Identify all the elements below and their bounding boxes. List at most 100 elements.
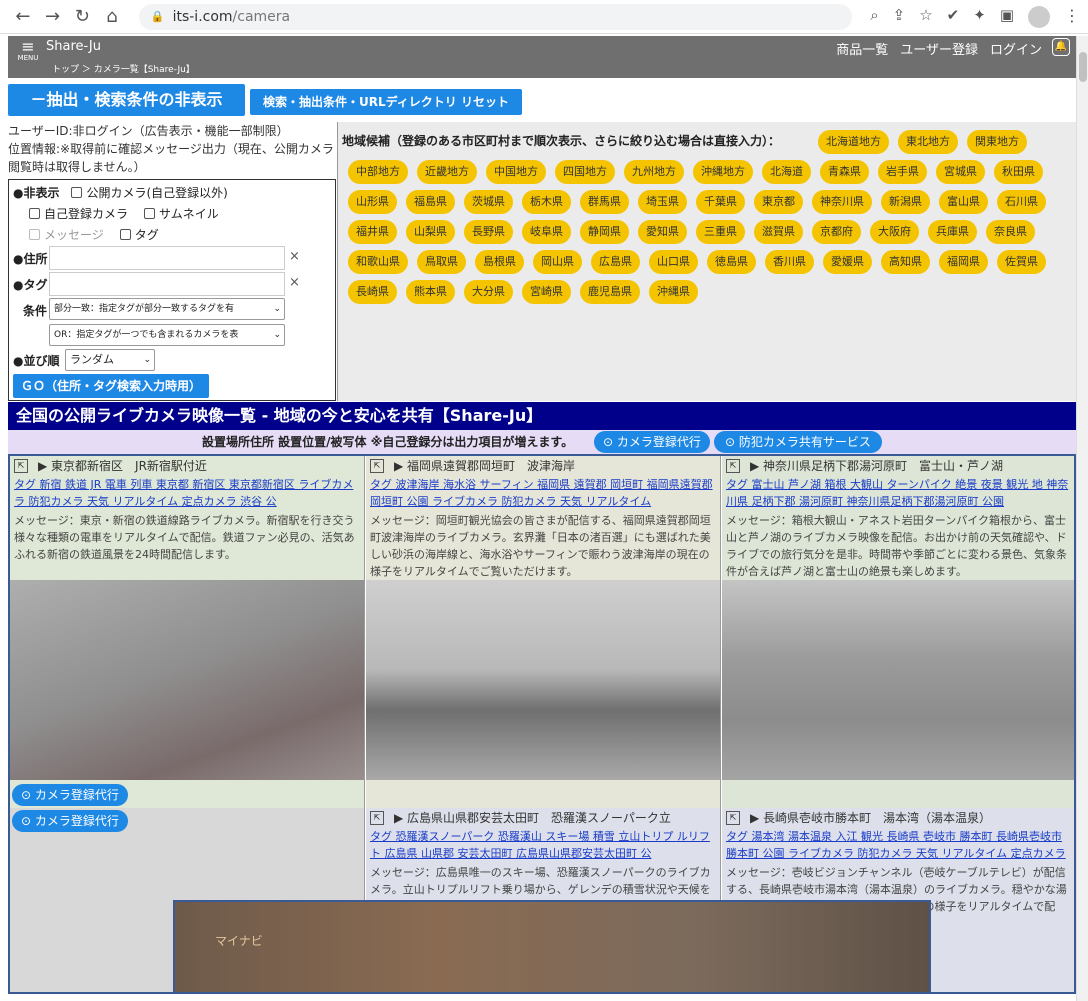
camera-title[interactable]: ▶ 東京都新宿区 JR新宿駅付近 (10, 456, 364, 476)
region-pill[interactable]: 和歌山県 (348, 250, 408, 274)
region-pill[interactable]: 宮城県 (936, 160, 985, 184)
cell-register-button[interactable]: ⊙ カメラ登録代行 (12, 784, 128, 806)
region-pill[interactable]: 滋賀県 (754, 220, 803, 244)
region-pill[interactable]: 四国地方 (555, 160, 615, 184)
camera-card[interactable]: ⇱ ▶ 福岡県遠賀郡岡垣町 波津海岸 タグ 波津海岸 海水浴 サーフィン 福岡県… (366, 456, 721, 808)
camera-image[interactable] (10, 580, 364, 780)
cell-register-button[interactable]: ⊙ カメラ登録代行 (12, 810, 128, 832)
back-icon[interactable]: ← (8, 6, 38, 27)
region-pill[interactable]: 徳島県 (707, 250, 756, 274)
region-pill[interactable]: 鹿児島県 (580, 280, 640, 304)
region-pill[interactable]: 中部地方 (348, 160, 408, 184)
region-pill[interactable]: 岡山県 (533, 250, 582, 274)
camera-tags[interactable]: タグ 新宿 鉄道 JR 電車 列車 東京都 新宿区 東京都新宿区 ライブカメラ … (10, 476, 364, 510)
address-bar[interactable]: 🔒 its-i.com/camera (138, 3, 853, 30)
forward-icon[interactable]: → (38, 6, 68, 27)
tag-input[interactable] (49, 272, 285, 296)
region-pill[interactable]: 東京都 (754, 190, 803, 214)
more-icon[interactable]: ⋮ (1064, 6, 1080, 28)
region-pill[interactable]: 石川県 (997, 190, 1046, 214)
camera-tags[interactable]: タグ 湯本湾 湯本温泉 入江 観光 長崎県 壱岐市 勝本町 長崎県壱岐市勝本町 … (722, 828, 1074, 862)
menu-button[interactable]: ≡ MENU (14, 39, 42, 63)
sidepanel-icon[interactable]: ▣ (1000, 6, 1014, 28)
region-pill[interactable]: 三重県 (696, 220, 745, 244)
camera-tags[interactable]: タグ 波津海岸 海水浴 サーフィン 福岡県 遠賀郡 岡垣町 福岡県遠賀郡岡垣町 … (366, 476, 720, 510)
region-pill[interactable]: 山形県 (348, 190, 397, 214)
region-pill[interactable]: 香川県 (765, 250, 814, 274)
region-pill[interactable]: 神奈川県 (812, 190, 872, 214)
region-pill[interactable]: 熊本県 (406, 280, 455, 304)
region-pill[interactable]: 栃木県 (522, 190, 571, 214)
reload-icon[interactable]: ↻ (67, 6, 97, 27)
extension-check-icon[interactable]: ✔ (947, 6, 960, 28)
sort-select[interactable]: ランダム ⌄ (65, 349, 155, 371)
region-pill[interactable]: 青森県 (820, 160, 869, 184)
public-camera-checkbox[interactable] (71, 187, 83, 198)
camera-title[interactable]: ▶ 広島県山県郡安芸太田町 恐羅漢スノーパーク立 (366, 808, 720, 828)
logic-mode-select[interactable]: OR：指定タグが一つでも含まれるカメラを表 ⌄ (49, 324, 285, 346)
region-pill[interactable]: 愛媛県 (823, 250, 872, 274)
camera-image[interactable] (722, 580, 1074, 780)
camera-card[interactable]: ⇱ ▶ 東京都新宿区 JR新宿駅付近 タグ 新宿 鉄道 JR 電車 列車 東京都… (10, 456, 365, 808)
region-pill[interactable]: 東北地方 (898, 130, 958, 154)
tag-clear-icon[interactable]: × (289, 275, 300, 290)
region-pill[interactable]: 兵庫県 (928, 220, 977, 244)
region-pill[interactable]: 秋田県 (994, 160, 1043, 184)
address-input[interactable] (49, 246, 285, 270)
region-pill[interactable]: 茨城県 (464, 190, 513, 214)
region-pill[interactable]: 高知県 (881, 250, 930, 274)
region-pill[interactable]: 群馬県 (580, 190, 629, 214)
region-pill[interactable]: 長崎県 (348, 280, 397, 304)
region-pill[interactable]: 長野県 (464, 220, 513, 244)
camera-tags[interactable]: タグ 富士山 芦ノ湖 箱根 大観山 ターンパイク 絶景 夜景 観光 地 神奈川県… (722, 476, 1074, 510)
region-pill[interactable]: 中国地方 (486, 160, 546, 184)
home-icon[interactable]: ⌂ (97, 6, 127, 27)
region-pill[interactable]: 関東地方 (967, 130, 1027, 154)
camera-tags[interactable]: タグ 恐羅漢スノーパーク 恐羅漢山 スキー場 積雪 立山トリプ ルリフト 広島県… (366, 828, 720, 862)
brand[interactable]: Share-Ju (46, 39, 101, 54)
match-mode-select[interactable]: 部分一致：指定タグが部分一致するタグを有 ⌄ (49, 298, 285, 320)
link-products[interactable]: 商品一覧 (836, 39, 888, 58)
avatar[interactable] (1028, 5, 1050, 28)
ad-banner[interactable]: マイナビ (173, 900, 931, 994)
camera-title[interactable]: ▶ 長崎県壱岐市勝本町 湯本湾（湯本温泉） (722, 808, 1074, 828)
region-pill[interactable]: 山梨県 (406, 220, 455, 244)
region-pill[interactable]: 鳥取県 (417, 250, 466, 274)
region-pill[interactable]: 大阪府 (870, 220, 919, 244)
region-pill[interactable]: 埼玉県 (638, 190, 687, 214)
go-button[interactable]: ＧＯ（住所・タグ検索入力時用） (13, 374, 209, 398)
thumbnail-checkbox[interactable] (144, 208, 156, 219)
region-pill[interactable]: 愛知県 (638, 220, 687, 244)
link-login[interactable]: ログイン (990, 39, 1042, 58)
region-pill[interactable]: 大分県 (464, 280, 513, 304)
reset-button[interactable]: 検索・抽出条件・URLディレクトリ リセット (250, 89, 522, 115)
page-scrollbar[interactable] (1076, 36, 1088, 1001)
tag-checkbox[interactable] (119, 229, 131, 240)
camera-title[interactable]: ▶ 福岡県遠賀郡岡垣町 波津海岸 (366, 456, 720, 476)
message-checkbox[interactable] (29, 229, 40, 240)
security-share-button[interactable]: ⊙ 防犯カメラ共有サービス (714, 431, 882, 453)
link-register[interactable]: ユーザー登録 (900, 39, 978, 58)
region-pill[interactable]: 沖縄県 (649, 280, 698, 304)
region-pill[interactable]: 富山県 (939, 190, 988, 214)
region-pill[interactable]: 島根県 (475, 250, 524, 274)
region-pill[interactable]: 九州地方 (624, 160, 684, 184)
share-icon[interactable]: ⇪ (893, 6, 906, 28)
camera-image[interactable] (366, 580, 720, 780)
bell-icon[interactable]: 🔔 (1052, 38, 1070, 56)
region-pill[interactable]: 京都府 (812, 220, 861, 244)
star-icon[interactable]: ☆ (919, 6, 932, 28)
region-pill[interactable]: 北海道 (762, 160, 811, 184)
region-pill[interactable]: 静岡県 (580, 220, 629, 244)
region-pill[interactable]: 宮崎県 (522, 280, 571, 304)
puzzle-icon[interactable]: ✦ (973, 6, 986, 28)
region-pill[interactable]: 北海道地方 (818, 130, 889, 154)
camera-card[interactable]: ⇱ ▶ 神奈川県足柄下郡湯河原町 富士山・芦ノ湖 タグ 富士山 芦ノ湖 箱根 大… (722, 456, 1074, 808)
address-clear-icon[interactable]: × (289, 249, 300, 264)
region-pill[interactable]: 山口県 (649, 250, 698, 274)
region-pill[interactable]: 沖縄地方 (693, 160, 753, 184)
scroll-thumb[interactable] (1079, 52, 1087, 82)
camera-title[interactable]: ▶ 神奈川県足柄下郡湯河原町 富士山・芦ノ湖 (722, 456, 1074, 476)
hide-conditions-button[interactable]: －抽出・検索条件の非表示 (8, 84, 245, 116)
region-pill[interactable]: 奈良県 (986, 220, 1035, 244)
